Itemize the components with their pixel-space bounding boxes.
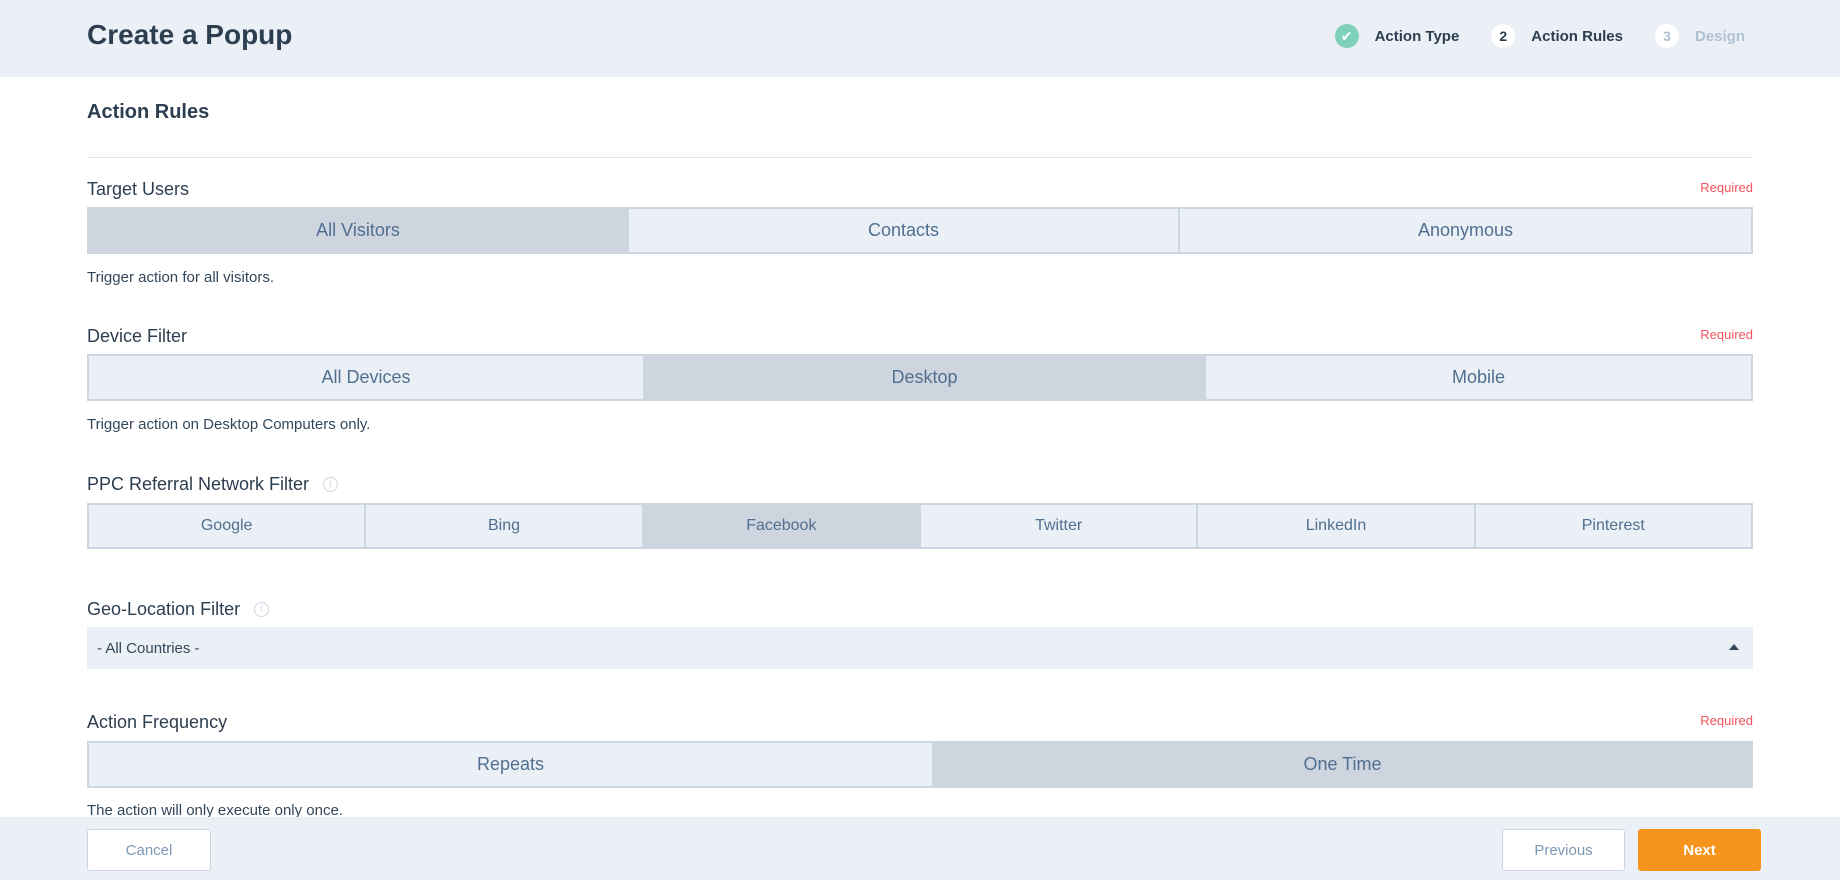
field-label-text: Action Frequency xyxy=(87,712,228,732)
action-frequency-segmented: Repeats One Time xyxy=(87,741,1753,788)
target-users-help: Trigger action for all visitors. xyxy=(87,269,275,286)
step-number: 3 xyxy=(1654,24,1679,48)
step-number: 2 xyxy=(1491,24,1516,48)
ppc-facebook-button[interactable]: Facebook xyxy=(643,505,921,547)
ppc-bing-button[interactable]: Bing xyxy=(366,505,644,547)
caret-up-icon xyxy=(1729,644,1739,650)
cancel-button[interactable]: Cancel xyxy=(87,829,211,871)
field-label-text: PPC Referral Network Filter xyxy=(87,474,310,494)
ppc-pinterest-button[interactable]: Pinterest xyxy=(1476,505,1751,547)
device-all-button[interactable]: All Devices xyxy=(89,356,645,399)
field-label-text: Device Filter xyxy=(87,326,188,346)
field-label-text: Geo-Location Filter xyxy=(87,599,241,619)
ppc-filter-label: PPC Referral Network Filter i xyxy=(87,474,339,495)
required-badge: Required xyxy=(1700,713,1753,728)
ppc-twitter-button[interactable]: Twitter xyxy=(921,505,1199,547)
step-label: Action Type xyxy=(1374,27,1460,45)
target-contacts-button[interactable]: Contacts xyxy=(629,209,1180,252)
ppc-linkedin-button[interactable]: LinkedIn xyxy=(1198,505,1476,547)
device-filter-segmented: All Devices Desktop Mobile xyxy=(87,354,1753,401)
section-title: Action Rules xyxy=(87,101,210,123)
field-label-text: Target Users xyxy=(87,179,190,199)
step-label: Action Rules xyxy=(1531,27,1623,45)
device-filter-help: Trigger action on Desktop Computers only… xyxy=(87,416,371,433)
info-icon[interactable]: i xyxy=(254,602,270,617)
geo-filter-label: Geo-Location Filter i xyxy=(87,599,270,620)
step-design[interactable]: 3 Design xyxy=(1654,24,1745,48)
target-all-visitors-button[interactable]: All Visitors xyxy=(89,209,629,252)
frequency-one-time-button[interactable]: One Time xyxy=(934,743,1751,786)
step-label: Design xyxy=(1694,27,1745,45)
ppc-filter-segmented: Google Bing Facebook Twitter LinkedIn Pi… xyxy=(87,503,1753,549)
frequency-repeats-button[interactable]: Repeats xyxy=(89,743,934,786)
required-badge: Required xyxy=(1700,180,1753,195)
device-mobile-button[interactable]: Mobile xyxy=(1206,356,1751,399)
step-action-type[interactable]: ✔ Action Type xyxy=(1334,24,1460,48)
previous-button[interactable]: Previous xyxy=(1502,829,1625,871)
divider xyxy=(87,157,1753,158)
check-icon: ✔ xyxy=(1334,24,1359,48)
device-filter-label: Device Filter xyxy=(87,326,187,347)
ppc-google-button[interactable]: Google xyxy=(89,505,367,547)
target-anonymous-button[interactable]: Anonymous xyxy=(1180,209,1751,252)
page-title: Create a Popup xyxy=(87,19,293,50)
action-frequency-label: Action Frequency xyxy=(87,712,227,733)
page-header: Create a Popup ✔ Action Type 2 Action Ru… xyxy=(0,0,1840,77)
geo-select-value: - All Countries - xyxy=(97,639,200,657)
target-users-label: Target Users xyxy=(87,179,189,200)
geo-country-select[interactable]: - All Countries - xyxy=(87,627,1753,669)
device-desktop-button[interactable]: Desktop xyxy=(645,356,1206,399)
info-icon[interactable]: i xyxy=(323,477,339,492)
next-button[interactable]: Next xyxy=(1638,829,1761,871)
step-action-rules[interactable]: 2 Action Rules xyxy=(1491,24,1623,48)
wizard-steps: ✔ Action Type 2 Action Rules 3 Design xyxy=(1303,24,1745,48)
required-badge: Required xyxy=(1700,327,1753,342)
target-users-segmented: All Visitors Contacts Anonymous xyxy=(87,207,1753,254)
